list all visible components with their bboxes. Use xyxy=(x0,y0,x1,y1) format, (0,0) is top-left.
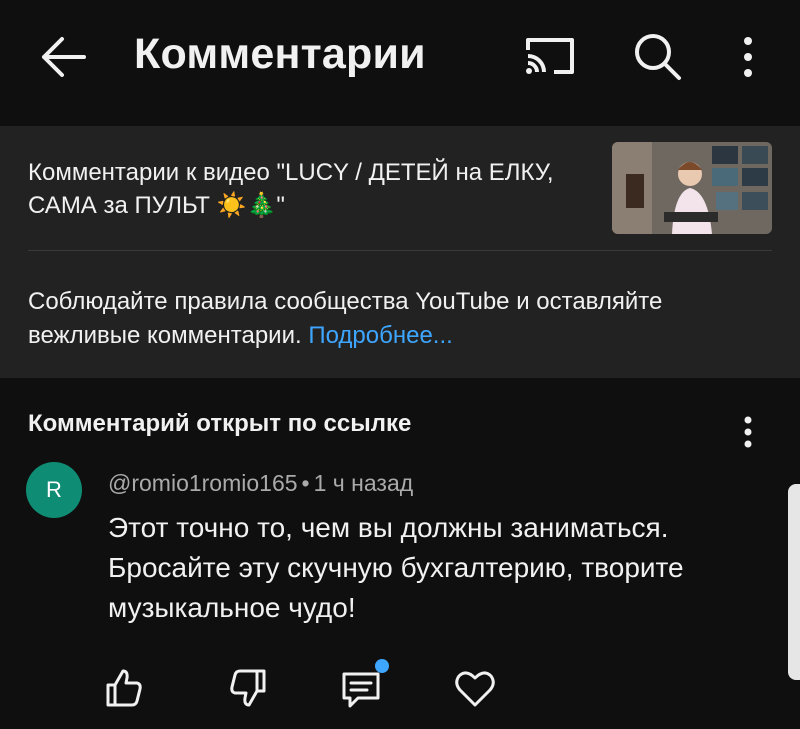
video-thumbnail[interactable] xyxy=(612,142,772,234)
comment-time: 1 ч назад xyxy=(313,470,414,496)
thumbs-up-icon[interactable] xyxy=(100,665,146,711)
meta-separator: • xyxy=(301,470,310,496)
section-title: Комментарий открыт по ссылке xyxy=(28,410,412,437)
learn-more-link[interactable]: Подробнее... xyxy=(308,322,452,349)
heart-icon[interactable] xyxy=(452,665,498,711)
app-bar: Комментарии xyxy=(0,0,800,120)
thumbs-down-icon[interactable] xyxy=(226,665,272,711)
comment-author[interactable]: @romio1romio165 xyxy=(108,470,298,496)
comment-text: Этот точно то, чем вы должны заниматься.… xyxy=(108,512,684,623)
more-vertical-icon[interactable] xyxy=(734,412,762,452)
more-vertical-icon[interactable] xyxy=(734,32,762,82)
avatar[interactable]: R xyxy=(26,462,82,518)
comment-meta: @romio1romio165 • 1 ч назад xyxy=(108,470,413,497)
cast-icon[interactable] xyxy=(522,32,578,80)
community-guidelines: Соблюдайте правила сообщества YouTube и … xyxy=(28,285,768,353)
divider xyxy=(28,250,772,251)
edge-handle[interactable] xyxy=(788,484,800,680)
reply-comment-icon[interactable] xyxy=(338,656,392,712)
arrow-left-icon[interactable] xyxy=(30,30,90,84)
page-title: Комментарии xyxy=(134,30,426,78)
notification-dot xyxy=(375,659,389,673)
video-title[interactable]: Комментарии к видео "LUCY / ДЕТЕЙ на ЕЛК… xyxy=(28,156,588,222)
search-icon[interactable] xyxy=(630,30,686,82)
